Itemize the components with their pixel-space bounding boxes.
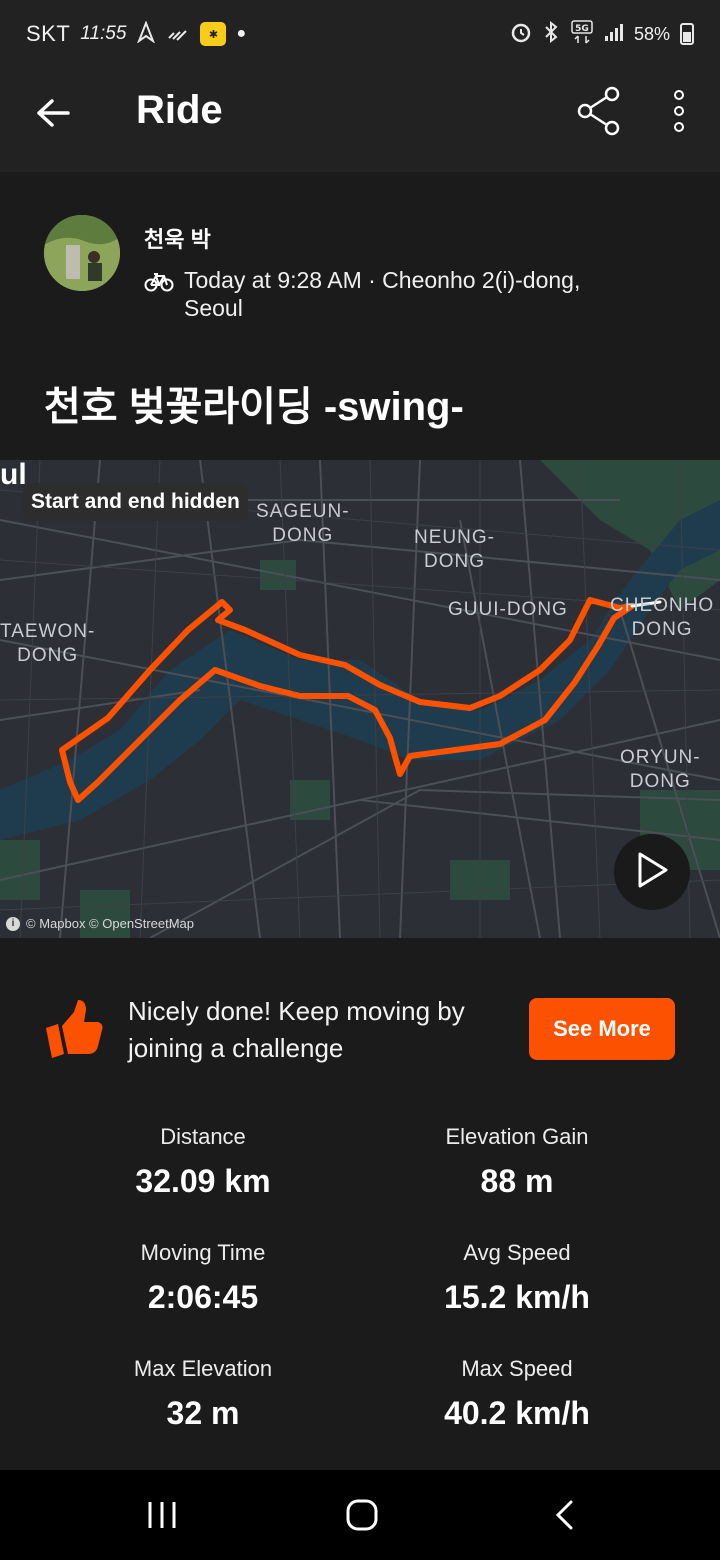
stat-value: 2:06:45 — [147, 1279, 259, 1315]
activity-meta: Today at 9:28 AM · Cheonho 2(i)-dong, Se… — [184, 267, 581, 321]
5g-icon: 5G — [570, 19, 594, 49]
info-icon[interactable]: i — [6, 916, 20, 931]
activity-title: 천호 벚꽃라이딩 -swing- — [44, 385, 464, 429]
battery-icon — [680, 23, 694, 45]
app-bar: Ride — [0, 68, 720, 172]
recents-icon[interactable] — [132, 1490, 192, 1540]
system-nav-bar — [0, 1470, 720, 1560]
stat-moving-time: Moving Time 2:06:45 — [53, 1240, 353, 1316]
stat-label: Moving Time — [140, 1240, 266, 1265]
stat-label: Distance — [160, 1124, 246, 1149]
play-icon — [634, 850, 670, 895]
carrier-label: SKT — [26, 21, 71, 46]
more-vertical-icon[interactable] — [662, 84, 696, 138]
stat-elevation-gain: Elevation Gain 88 m — [367, 1124, 667, 1200]
bike-icon — [144, 272, 174, 292]
page-title: Ride — [136, 88, 223, 132]
challenge-prompt: Nicely done! Keep moving by joining a ch… — [128, 996, 465, 1063]
stat-label: Avg Speed — [463, 1240, 571, 1265]
kakao-icon: ✱ — [200, 22, 227, 46]
athlete-name[interactable]: 천욱 박 — [144, 222, 211, 254]
stat-distance: Distance 32.09 km — [53, 1124, 353, 1200]
bluetooth-icon — [542, 20, 560, 48]
svg-text:5G: 5G — [575, 24, 589, 34]
map-label-oryun-dong: ORYUN- DONG — [620, 747, 701, 792]
see-more-button[interactable]: See More — [529, 998, 675, 1060]
share-icon[interactable] — [574, 84, 624, 138]
stat-value: 32 m — [166, 1395, 240, 1431]
map-attribution[interactable]: i © Mapbox © OpenStreetMap — [6, 916, 194, 931]
dot-icon: ● — [236, 25, 247, 42]
home-icon[interactable] — [332, 1490, 392, 1540]
clock: 11:55 — [80, 23, 127, 44]
thumbs-up-icon — [44, 998, 104, 1060]
stat-value: 40.2 km/h — [444, 1395, 590, 1431]
privacy-badge: Start and end hidden — [23, 483, 248, 521]
map-label-cheonho-dong: CHEONHO DONG — [610, 595, 715, 640]
route-map[interactable]: SAGEUN- DONG NEUNG- DONG GUUI-DONG CHEON… — [0, 460, 720, 938]
stat-value: 88 m — [480, 1163, 554, 1199]
play-flyover-button[interactable] — [614, 834, 690, 910]
stat-label: Elevation Gain — [445, 1124, 589, 1149]
wifi-calling-icon — [166, 22, 190, 47]
back-icon[interactable] — [534, 1490, 594, 1540]
status-bar: SKT 11:55 ✱ ● 5G 58% — [0, 0, 720, 68]
map-label-guui-dong: GUUI-DONG — [448, 599, 568, 620]
attribution-text[interactable]: © Mapbox © OpenStreetMap — [26, 916, 194, 931]
stat-max-elevation: Max Elevation 32 m — [53, 1356, 353, 1432]
back-arrow-icon[interactable] — [30, 90, 76, 136]
map-label-taewon-dong: TAEWON- DONG — [0, 621, 96, 666]
map-label-neung-dong: NEUNG- DONG — [414, 527, 495, 572]
navigation-icon — [136, 19, 156, 48]
map-label-sageun-dong: SAGEUN- DONG — [256, 501, 350, 546]
stat-value: 15.2 km/h — [444, 1279, 590, 1315]
map-base — [0, 460, 720, 938]
alarm-icon — [510, 21, 532, 48]
stat-value: 32.09 km — [135, 1163, 271, 1199]
stat-label: Max Speed — [461, 1356, 573, 1381]
stat-max-speed: Max Speed 40.2 km/h — [367, 1356, 667, 1432]
stat-label: Max Elevation — [133, 1356, 273, 1381]
avatar[interactable] — [44, 215, 120, 291]
stat-avg-speed: Avg Speed 15.2 km/h — [367, 1240, 667, 1316]
battery-percent: 58% — [633, 23, 670, 44]
signal-icon — [604, 22, 624, 47]
